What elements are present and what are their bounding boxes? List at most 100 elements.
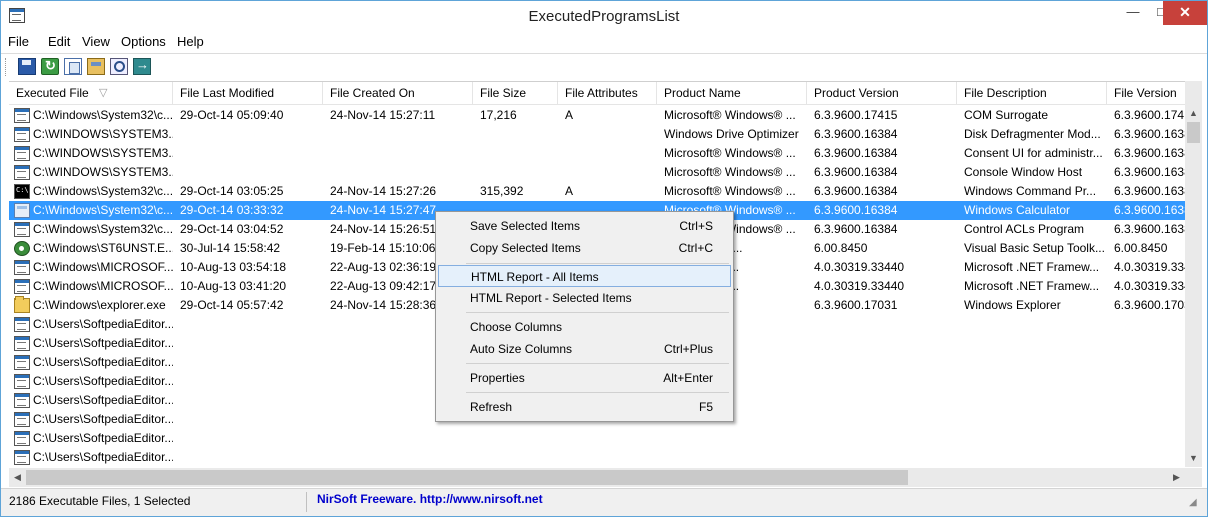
sort-arrow-icon: ▽ <box>99 87 108 99</box>
column-file-attributes[interactable]: File Attributes <box>558 82 657 105</box>
menu-item-label: Save Selected Items <box>470 219 581 233</box>
cell-file-attributes <box>565 125 659 144</box>
table-row[interactable]: C:\WINDOWS\SYSTEM3... Windows Drive Optim… <box>9 125 1185 144</box>
cell-executed-file: C:\Users\SoftpediaEditor... <box>33 336 173 350</box>
toolbar-grip[interactable] <box>5 58 8 76</box>
resize-grip-icon[interactable]: ◢ <box>1189 497 1201 509</box>
menu-item-label: Properties <box>470 371 525 385</box>
table-row[interactable]: C:\Users\SoftpediaEditor... <box>9 429 1185 448</box>
menu-help[interactable]: Help <box>177 34 204 49</box>
menu-file[interactable]: File <box>8 34 29 49</box>
cell-file-last-modified: 29-Oct-14 05:57:42 <box>180 298 284 312</box>
cell-product-version <box>814 429 959 448</box>
scroll-up-arrow-icon[interactable]: ▲ <box>1185 105 1202 122</box>
scroll-left-arrow-icon[interactable]: ◀ <box>9 468 26 487</box>
table-row[interactable]: C:\Windows\System32\c... 29-Oct-14 03:05:… <box>9 182 1185 201</box>
menu-item-label: Refresh <box>470 400 513 414</box>
column-file-last-modified[interactable]: File Last Modified <box>173 82 323 105</box>
context-menu-item-copy-selected-items[interactable]: Copy Selected Items Ctrl+C <box>438 237 731 259</box>
cell-file-version: 6.3.9600.1638 <box>1114 203 1185 217</box>
table-row[interactable]: C:\WINDOWS\SYSTEM3... Microsoft® Windows®… <box>9 163 1185 182</box>
column-file-version[interactable]: File Version <box>1107 82 1185 105</box>
cell-file-version: 6.3.9600.1741 <box>1114 108 1185 122</box>
context-menu-item-refresh[interactable]: Refresh F5 <box>438 396 731 418</box>
cell-file-attributes <box>565 448 659 467</box>
menu-item-shortcut: Ctrl+S <box>679 219 713 233</box>
cell-file-last-modified <box>180 372 325 391</box>
cell-file-description <box>964 429 1109 448</box>
cell-file-created-on <box>330 144 475 163</box>
cell-file-version <box>1114 372 1185 391</box>
context-menu-item-auto-size-columns[interactable]: Auto Size Columns Ctrl+Plus <box>438 338 731 360</box>
cell-file-size <box>480 163 560 182</box>
menu-view[interactable]: View <box>82 34 110 49</box>
menu-separator <box>466 392 729 393</box>
refresh-icon[interactable] <box>41 58 59 75</box>
cell-product-version <box>814 391 959 410</box>
table-row[interactable]: C:\Windows\System32\c... 29-Oct-14 05:09:… <box>9 106 1185 125</box>
title-bar: ExecutedProgramsList — □ ✕ <box>1 1 1207 31</box>
column-executed-file[interactable]: Executed File ▽ <box>9 82 173 105</box>
column-file-size[interactable]: File Size <box>473 82 558 105</box>
cell-file-last-modified <box>180 315 325 334</box>
folder-icon <box>14 296 30 313</box>
app-icon <box>14 260 30 275</box>
cell-file-description: Control ACLs Program <box>964 222 1085 236</box>
context-menu: Save Selected Items Ctrl+S Copy Selected I… <box>435 211 734 422</box>
app-icon <box>14 317 30 332</box>
cell-file-version: 6.00.8450 <box>1114 241 1168 255</box>
app-icon <box>14 412 30 427</box>
cell-file-last-modified <box>180 429 325 448</box>
app-icon <box>14 222 30 237</box>
table-row[interactable]: C:\WINDOWS\SYSTEM3... Microsoft® Windows®… <box>9 144 1185 163</box>
nirsoft-link[interactable]: NirSoft Freeware. http://www.nirsoft.net <box>317 492 543 506</box>
column-file-description[interactable]: File Description <box>957 82 1107 105</box>
context-menu-item-html-report-selected-items[interactable]: HTML Report - Selected Items <box>438 287 731 309</box>
cell-file-last-modified <box>180 144 325 163</box>
cell-file-version: 6.3.9600.1638 <box>1114 165 1185 179</box>
cell-file-last-modified <box>180 125 325 144</box>
horizontal-scroll-thumb[interactable] <box>26 470 908 485</box>
calc-icon <box>14 203 30 218</box>
close-button[interactable]: ✕ <box>1163 1 1207 25</box>
context-menu-item-properties[interactable]: Properties Alt+Enter <box>438 367 731 389</box>
menu-options[interactable]: Options <box>121 34 166 49</box>
column-file-created-on[interactable]: File Created On <box>323 82 473 105</box>
vertical-scrollbar[interactable]: ▲ ▼ <box>1185 81 1202 467</box>
column-product-version[interactable]: Product Version <box>807 82 957 105</box>
menu-edit[interactable]: Edit <box>48 34 70 49</box>
app-icon <box>14 127 30 142</box>
cell-product-name: Windows Drive Optimizer <box>664 127 799 141</box>
properties-icon[interactable] <box>87 58 105 75</box>
app-window: ExecutedProgramsList — □ ✕ File Edit Vie… <box>0 0 1208 517</box>
app-icon <box>14 165 30 180</box>
context-menu-item-html-report-all-items[interactable]: HTML Report - All Items <box>438 265 731 287</box>
horizontal-scrollbar[interactable]: ◀ ▶ <box>9 468 1185 487</box>
find-icon[interactable] <box>110 58 128 75</box>
exit-icon[interactable] <box>133 57 151 75</box>
table-row[interactable]: C:\Users\SoftpediaEditor... <box>9 448 1185 467</box>
context-menu-item-save-selected-items[interactable]: Save Selected Items Ctrl+S <box>438 215 731 237</box>
cell-file-version: 6.3.9600.1638 <box>1114 146 1185 160</box>
cell-file-description: Windows Calculator <box>964 203 1071 217</box>
cell-file-last-modified <box>180 410 325 429</box>
cell-product-version: 6.3.9600.16384 <box>814 146 898 160</box>
cell-product-name <box>664 448 809 467</box>
context-menu-item-choose-columns[interactable]: Choose Columns <box>438 316 731 338</box>
cell-product-version <box>814 410 959 429</box>
vertical-scroll-thumb[interactable] <box>1187 122 1200 143</box>
scroll-right-arrow-icon[interactable]: ▶ <box>1168 468 1185 487</box>
cell-file-description <box>964 353 1109 372</box>
cell-executed-file: C:\WINDOWS\SYSTEM3... <box>33 165 173 179</box>
column-header: Executed File ▽ File Last Modified File … <box>9 82 1185 105</box>
menu-item-shortcut: F5 <box>698 400 713 414</box>
cell-file-created-on: 24-Nov-14 15:27:11 <box>330 108 436 122</box>
scroll-down-arrow-icon[interactable]: ▼ <box>1185 450 1202 467</box>
copy-icon[interactable] <box>64 58 82 75</box>
minimize-button[interactable]: — <box>1119 1 1147 25</box>
save-icon[interactable] <box>18 58 36 75</box>
column-product-name[interactable]: Product Name <box>657 82 807 105</box>
cell-file-version <box>1114 334 1185 353</box>
cell-product-version <box>814 448 959 467</box>
cell-file-last-modified <box>180 448 325 467</box>
